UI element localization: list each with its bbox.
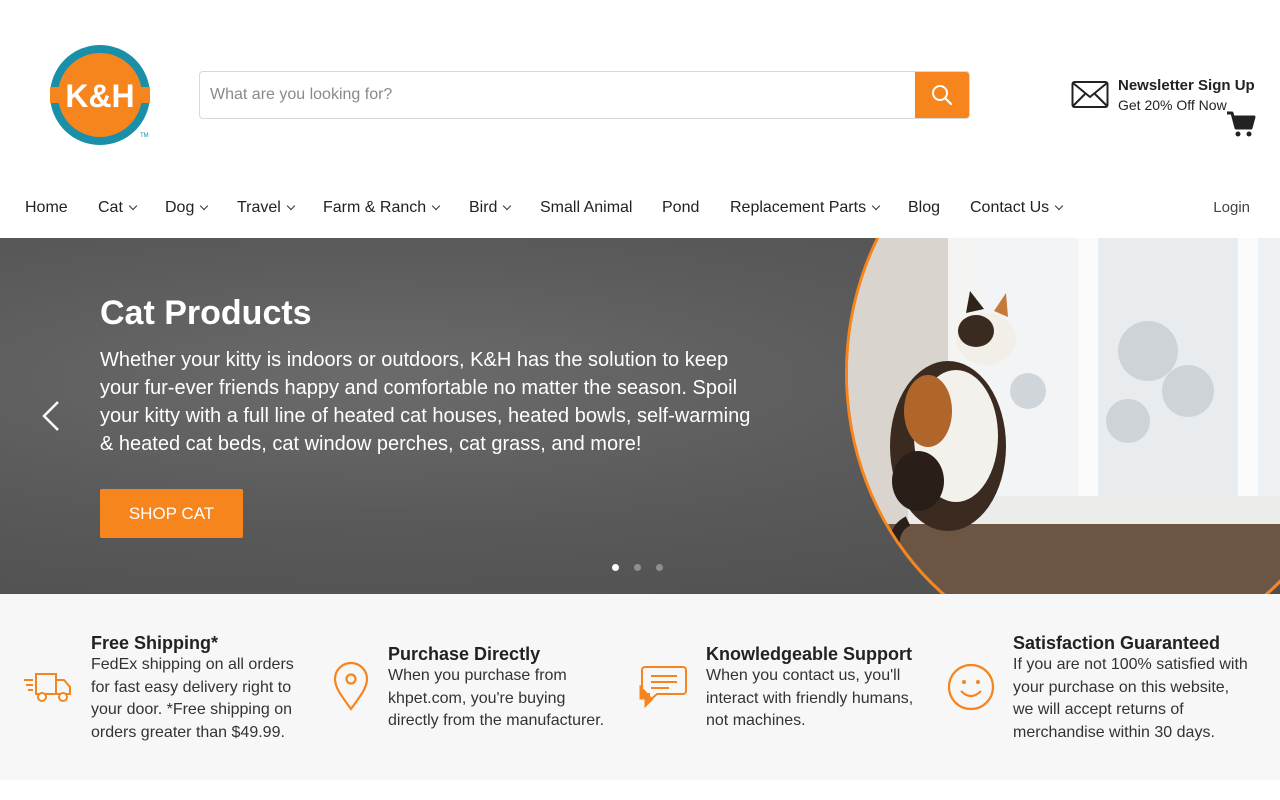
chat-icon [639, 666, 687, 709]
slide-dots [612, 564, 663, 571]
feature-purchase-directly: Purchase Directly When you purchase from… [388, 643, 613, 733]
nav-label: Contact Us [970, 199, 1050, 216]
search-input[interactable] [200, 72, 915, 118]
shop-cat-button[interactable]: SHOP CAT [100, 489, 243, 538]
nav-item-small-animal[interactable]: Small Animal [540, 190, 632, 226]
nav-item-contact-us[interactable]: Contact Us [970, 190, 1064, 226]
nav-label: Cat [98, 199, 123, 216]
chevron-down-icon [871, 201, 881, 211]
newsletter-signup[interactable]: Newsletter Sign Up Get 20% Off Now [1071, 76, 1255, 114]
nav-item-travel[interactable]: Travel [237, 190, 296, 226]
feature-text: FedEx shipping on all orders for fast ea… [91, 656, 294, 741]
feature-satisfaction-guaranteed: Satisfaction Guaranteed If you are not 1… [1013, 632, 1253, 744]
feature-text: When you contact us, you'll interact wit… [706, 667, 914, 729]
feature-title: Purchase Directly [388, 644, 541, 664]
site-header: K&H TM Newsletter Sign Up Get 20% Off No… [0, 0, 1280, 190]
nav-label: Home [25, 199, 68, 216]
hero-cat-image [845, 238, 1280, 594]
feature-text: When you purchase from khpet.com, you're… [388, 667, 605, 729]
nav-label: Dog [165, 199, 195, 216]
chevron-left-icon[interactable] [38, 400, 62, 432]
nav-item-pond[interactable]: Pond [662, 190, 699, 226]
search-icon [932, 85, 953, 106]
nav-label: Replacement Parts [730, 199, 867, 216]
nav-item-replacement-parts[interactable]: Replacement Parts [730, 190, 881, 226]
nav-item-home[interactable]: Home [25, 190, 68, 226]
svg-text:K&H: K&H [65, 78, 134, 114]
slide-dot-2[interactable] [634, 564, 641, 571]
svg-text:TM: TM [140, 133, 149, 139]
hero-title: Cat Products [100, 294, 312, 332]
feature-knowledgeable-support: Knowledgeable Support When you contact u… [706, 643, 926, 733]
chevron-down-icon [200, 201, 209, 211]
login-link[interactable]: Login [1213, 190, 1250, 226]
nav-item-bird[interactable]: Bird [469, 190, 512, 226]
features-bar: Free Shipping* FedEx shipping on all ord… [0, 594, 1280, 780]
feature-title: Knowledgeable Support [706, 644, 913, 664]
map-pin-icon [333, 662, 369, 711]
chevron-down-icon [431, 201, 441, 211]
envelope-icon [1071, 81, 1109, 108]
nav-item-cat[interactable]: Cat [98, 190, 138, 226]
slide-dot-3[interactable] [656, 564, 663, 571]
nav-label: Blog [908, 199, 941, 216]
feature-title: Satisfaction Guaranteed [1013, 633, 1221, 653]
hero-description: Whether your kitty is indoors or outdoor… [100, 349, 751, 455]
cat-window-illustration [848, 238, 1280, 594]
nav-label: Small Animal [540, 199, 633, 216]
nav-label: Pond [662, 199, 700, 216]
nav-label: Travel [237, 199, 281, 216]
nav-item-blog[interactable]: Blog [908, 190, 940, 226]
nav-label: Bird [469, 199, 498, 216]
nav-item-dog[interactable]: Dog [165, 190, 209, 226]
search-button[interactable] [915, 72, 969, 118]
chevron-down-icon [286, 201, 296, 211]
kh-logo[interactable]: K&H TM [48, 43, 152, 147]
feature-title: Free Shipping* [91, 633, 219, 653]
chevron-down-icon [128, 201, 138, 211]
truck-icon [24, 673, 71, 702]
newsletter-title[interactable]: Newsletter Sign Up [1118, 76, 1255, 96]
nav-label: Farm & Ranch [323, 199, 427, 216]
chevron-down-icon [503, 201, 512, 211]
nav-item-farm-ranch[interactable]: Farm & Ranch [323, 190, 441, 226]
slide-dot-1[interactable] [612, 564, 619, 571]
feature-text: If you are not 100% satisfied with your … [1013, 656, 1248, 741]
main-nav: Home Cat Dog Travel Farm & Ranch Bird Sm… [0, 190, 1280, 228]
smiley-icon [947, 663, 995, 711]
cart-icon[interactable] [1226, 110, 1256, 138]
search-bar [199, 71, 970, 119]
hero-slider: Cat Products Whether your kitty is indoo… [0, 238, 1280, 594]
chevron-down-icon [1054, 201, 1064, 211]
feature-free-shipping: Free Shipping* FedEx shipping on all ord… [91, 632, 306, 744]
